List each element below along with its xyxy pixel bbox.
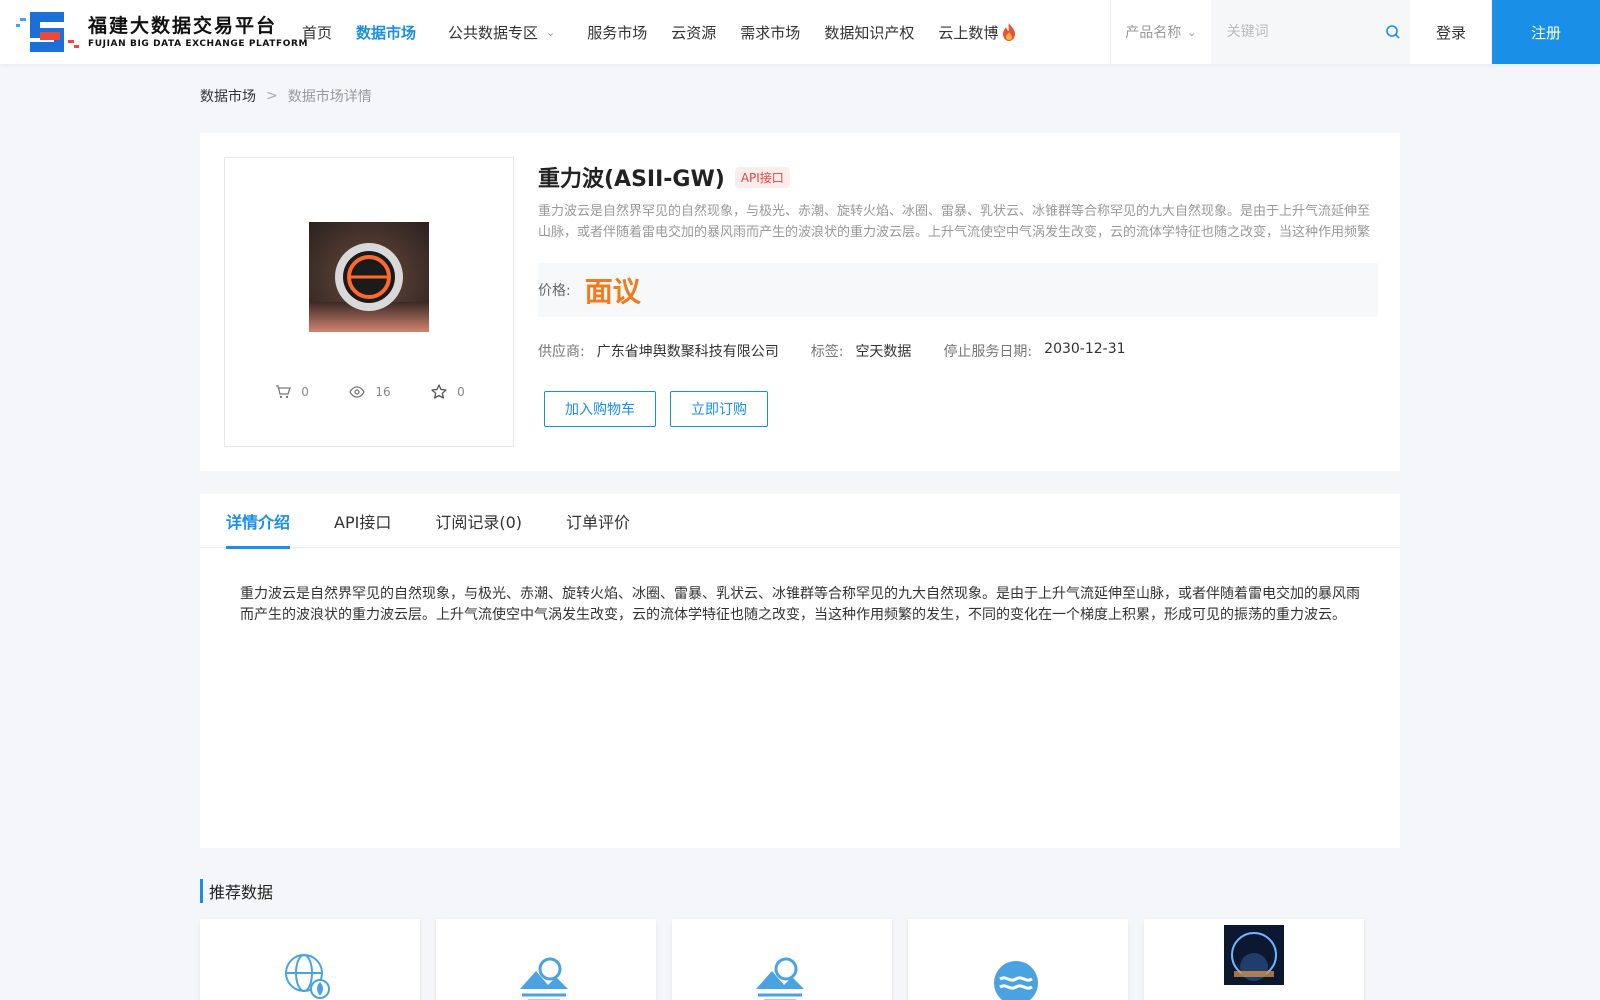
nav-label: 云资源 — [671, 23, 717, 42]
nav-cloud-expo[interactable]: 云上数博 — [938, 22, 1016, 43]
nav-label: 服务市场 — [587, 23, 648, 42]
nav-label: 需求市场 — [740, 23, 801, 42]
nav-label: 首页 — [302, 23, 333, 42]
recommend-list — [200, 919, 1380, 1000]
sun-mountain-icon — [520, 957, 568, 1000]
wave-circle-icon — [994, 961, 1038, 1000]
product-title: 重力波(ASII-GW) — [538, 167, 725, 192]
favorite-count-value: 0 — [457, 384, 465, 399]
recommend-card[interactable] — [908, 919, 1128, 1000]
product-image-box: 0 16 0 — [224, 157, 514, 447]
cart-icon — [276, 384, 292, 398]
tab-details[interactable]: 详情介绍 — [226, 494, 291, 549]
stop-date-label: 停止服务日期: — [943, 344, 1033, 360]
search-input-wrap — [1210, 0, 1410, 64]
nav-public-data[interactable]: 公共数据专区 ⌄ — [448, 22, 555, 43]
recommend-card[interactable] — [672, 919, 892, 1000]
favorite-count[interactable]: 0 — [431, 384, 465, 399]
nav-demand-market[interactable]: 需求市场 — [740, 22, 800, 43]
product-card: 0 16 0 重力波(ASII-GW) API接口 重力波云是自然界罕见的自然现… — [200, 133, 1400, 471]
product-stats: 0 16 0 — [225, 384, 515, 399]
search-type-select[interactable]: 产品名称 ⌄ — [1111, 0, 1211, 64]
detail-text: 重力波云是自然界罕见的自然现象，与极光、赤潮、旋转火焰、冰圈、雷暴、乳状云、冰锥… — [240, 586, 1360, 623]
top-header: 福建大数据交易平台 FUJIAN BIG DATA EXCHANGE PLATF… — [0, 0, 1600, 64]
search-area: 产品名称 ⌄ — [1110, 0, 1410, 64]
supplier-label: 供应商: — [538, 344, 585, 360]
nav-home[interactable]: 首页 — [302, 22, 332, 43]
nav-label: 数据市场 — [356, 23, 417, 42]
recommend-card[interactable] — [436, 919, 656, 1000]
detail-tabs: 详情介绍 API接口 订阅记录(0) 订单评价 — [200, 494, 1400, 549]
search-type-label: 产品名称 — [1125, 25, 1182, 41]
cart-count: 0 — [275, 384, 309, 399]
recommend-card[interactable] — [1144, 919, 1364, 1000]
tag-value: 空天数据 — [855, 344, 912, 360]
subscribe-now-button[interactable]: 立即订购 — [670, 391, 768, 427]
breadcrumb-current: 数据市场详情 — [287, 89, 372, 105]
nav-label: 数据知识产权 — [824, 23, 915, 42]
recommend-title: 推荐数据 — [200, 879, 273, 903]
tab-api[interactable]: API接口 — [334, 494, 391, 548]
nav-data-ip[interactable]: 数据知识产权 — [824, 22, 914, 43]
detail-panel: 详情介绍 API接口 订阅记录(0) 订单评价 重力波云是自然界罕见的自然现象，… — [200, 494, 1400, 848]
tab-subscription-records[interactable]: 订阅记录(0) — [435, 494, 522, 548]
view-count-value: 16 — [375, 384, 391, 399]
breadcrumb: 数据市场 > 数据市场详情 — [200, 86, 372, 106]
product-image — [309, 222, 429, 332]
tag-label: 标签: — [810, 344, 844, 360]
chevron-down-icon: ⌄ — [546, 25, 556, 39]
cart-count-value: 0 — [301, 384, 309, 399]
logo-title: 福建大数据交易平台 — [88, 15, 278, 37]
supplier-value: 广东省坤舆数聚科技有限公司 — [596, 344, 779, 360]
site-logo[interactable]: 福建大数据交易平台 FUJIAN BIG DATA EXCHANGE PLATF… — [16, 10, 308, 54]
search-input[interactable] — [1226, 24, 1377, 40]
tab-order-reviews[interactable]: 订单评价 — [566, 494, 630, 548]
eye-icon — [349, 385, 366, 398]
api-badge: API接口 — [734, 166, 790, 188]
sun-mountain-icon — [756, 957, 804, 1000]
nav-service-market[interactable]: 服务市场 — [587, 22, 647, 43]
nav-data-market[interactable]: 数据市场 — [356, 22, 416, 43]
nav-cloud-resources[interactable]: 云资源 — [671, 22, 716, 43]
view-count: 16 — [349, 384, 391, 399]
nav-label: 云上数博 — [938, 23, 999, 42]
price-label: 价格: — [538, 283, 571, 299]
recommend-card[interactable] — [200, 919, 420, 1000]
stop-date-value: 2030-12-31 — [1044, 341, 1126, 357]
product-meta: 供应商: 广东省坤舆数聚科技有限公司 标签: 空天数据 停止服务日期: 2030… — [538, 341, 1378, 361]
logo-icon — [16, 12, 79, 52]
earth-photo-icon — [1224, 925, 1284, 985]
product-description: 重力波云是自然界罕见的自然现象，与极光、赤潮、旋转火焰、冰圈、雷暴、乳状云、冰锥… — [538, 204, 1371, 240]
search-icon[interactable] — [1385, 24, 1401, 40]
star-icon — [431, 384, 447, 399]
product-image-art — [309, 222, 429, 332]
breadcrumb-separator: > — [266, 88, 278, 104]
register-button[interactable]: 注册 — [1492, 0, 1600, 64]
price-box: 价格: 面议 — [538, 263, 1378, 317]
login-button[interactable]: 登录 — [1410, 0, 1492, 64]
product-info: 重力波(ASII-GW) API接口 重力波云是自然界罕见的自然现象，与极光、赤… — [538, 157, 1378, 427]
breadcrumb-parent[interactable]: 数据市场 — [200, 86, 256, 106]
globe-leaf-icon — [285, 954, 330, 999]
price-value: 面议 — [584, 275, 641, 308]
fire-icon — [1003, 23, 1016, 41]
add-to-cart-button[interactable]: 加入购物车 — [544, 391, 656, 427]
logo-subtitle: FUJIAN BIG DATA EXCHANGE PLATFORM — [88, 39, 309, 49]
nav-label: 公共数据专区 — [448, 23, 539, 42]
main-nav: 首页 数据市场 公共数据专区 ⌄ 服务市场 云资源 需求市场 数据知识产权 云上数… — [302, 0, 1040, 64]
chevron-down-icon: ⌄ — [1187, 25, 1197, 39]
